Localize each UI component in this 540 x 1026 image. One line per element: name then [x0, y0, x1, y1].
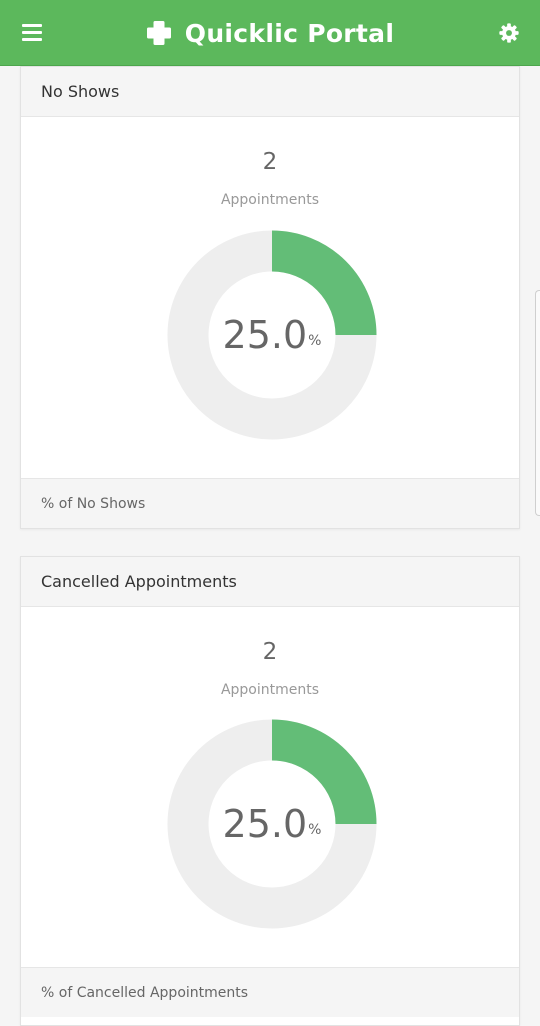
card-footer-text: % of No Shows — [41, 496, 146, 512]
top-app-bar: Quicklic Portal — [0, 0, 540, 66]
percent-donut-chart: 25.0 % — [167, 230, 377, 440]
appointment-count: 2 — [262, 639, 278, 665]
brand: Quicklic Portal — [0, 0, 540, 66]
card-footer: % of No Shows — [21, 478, 519, 528]
percent-unit: % — [308, 822, 322, 838]
card-header: No Shows — [21, 67, 519, 117]
app-title: Quicklic Portal — [184, 18, 395, 48]
hamburger-menu-icon[interactable] — [22, 24, 42, 42]
appointment-count-label: Appointments — [220, 682, 320, 698]
percent-donut-chart: 25.0 % — [167, 719, 377, 929]
percent-value: 25.0 — [222, 313, 308, 357]
percent-value: 25.0 — [222, 802, 308, 846]
no-shows-card: No Shows 2 Appointments 25.0 % % of No S… — [20, 66, 520, 529]
percent-unit: % — [308, 333, 322, 349]
card-footer: % of Cancelled Appointments — [21, 967, 519, 1017]
donut-center-label: 25.0 % — [167, 230, 377, 440]
card-header: Cancelled Appointments — [21, 557, 519, 607]
cancelled-appointments-card: Cancelled Appointments 2 Appointments 25… — [20, 556, 520, 1026]
side-drawer-handle[interactable] — [535, 290, 540, 516]
card-title: Cancelled Appointments — [41, 572, 237, 591]
card-title: No Shows — [41, 82, 120, 101]
medical-cross-icon — [146, 21, 171, 45]
card-footer-text: % of Cancelled Appointments — [41, 985, 249, 1001]
donut-center-label: 25.0 % — [167, 719, 377, 929]
gear-icon[interactable] — [498, 22, 520, 44]
appointment-count: 2 — [262, 149, 278, 175]
appointment-count-label: Appointments — [220, 192, 320, 208]
